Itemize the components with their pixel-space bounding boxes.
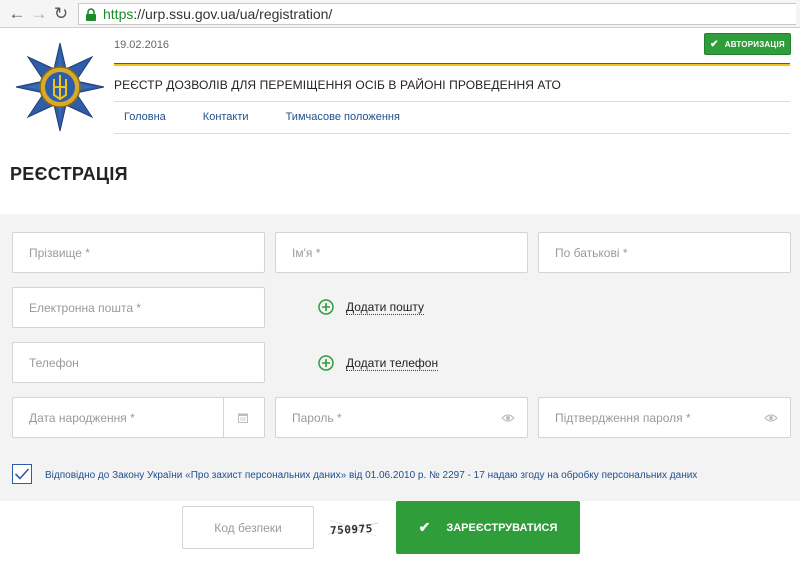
password-confirm-input[interactable]: Підтвердження пароля * — [538, 397, 791, 438]
security-code-input[interactable]: Код безпеки — [182, 506, 314, 549]
patronymic-placeholder: По батькові * — [555, 245, 628, 260]
ssu-emblem-logo[interactable] — [14, 41, 106, 133]
email-placeholder: Електронна пошта * — [29, 300, 142, 315]
plus-circle-icon — [318, 299, 334, 315]
birth-date-input[interactable]: Дата народження * — [12, 397, 265, 438]
divider — [114, 133, 790, 134]
birth-date-placeholder: Дата народження * — [29, 410, 135, 425]
url-scheme: https — [103, 6, 134, 22]
add-email-link[interactable]: Додати пошту — [318, 299, 425, 315]
page-title: РЕЄСТРАЦІЯ — [10, 164, 128, 184]
calendar-icon[interactable] — [238, 413, 248, 423]
patronymic-input[interactable]: По батькові * — [538, 232, 791, 273]
current-date: 19.02.2016 — [114, 39, 170, 51]
flag-divider — [114, 63, 790, 66]
registry-title: РЕЄСТР ДОЗВОЛІВ ДЛЯ ПЕРЕМІЩЕННЯ ОСІБ В Р… — [114, 78, 561, 92]
url-path: ://urp.ssu.gov.ua/ua/registration/ — [133, 6, 333, 22]
password-confirm-placeholder: Підтвердження пароля * — [555, 410, 691, 425]
eye-icon[interactable] — [501, 413, 515, 423]
phone-input[interactable]: Телефон — [12, 342, 265, 383]
eye-icon[interactable] — [764, 413, 778, 423]
surname-placeholder: Прізвище * — [29, 245, 90, 260]
check-icon: ✔ — [418, 519, 431, 535]
phone-placeholder: Телефон — [29, 355, 79, 370]
back-arrow-icon[interactable]: ← — [6, 3, 28, 25]
add-email-label: Додати пошту — [346, 299, 425, 315]
menu-item-temporary-regulations[interactable]: Тимчасове положення — [286, 111, 400, 123]
password-placeholder: Пароль * — [292, 410, 342, 425]
register-button[interactable]: ✔ ЗАРЕЄСТРУВАТИСЯ — [396, 501, 580, 554]
address-bar[interactable]: https://urp.ssu.gov.ua/ua/registration/ — [78, 3, 796, 25]
menu-item-home[interactable]: Головна — [124, 111, 166, 123]
email-input[interactable]: Електронна пошта * — [12, 287, 265, 328]
site-header: 19.02.2016 ✔ АВТОРИЗАЦІЯ РЕЄСТР ДОЗВОЛІВ… — [0, 29, 800, 147]
divider — [223, 398, 224, 437]
name-input[interactable]: Ім'я * — [275, 232, 528, 273]
add-phone-label: Додати телефон — [346, 355, 439, 371]
checkmark-icon — [14, 468, 30, 480]
consent-label: Відповідно до Закону України «Про захист… — [45, 470, 698, 481]
login-button[interactable]: ✔ АВТОРИЗАЦІЯ — [704, 33, 791, 55]
reload-icon[interactable]: ↻ — [50, 3, 72, 25]
captcha-text: 750975 — [330, 522, 373, 537]
security-code-placeholder: Код безпеки — [214, 520, 282, 535]
consent-checkbox[interactable] — [12, 464, 32, 484]
menu-item-contacts[interactable]: Контакти — [203, 111, 249, 123]
check-icon: ✔ — [710, 38, 719, 50]
captcha-image: 750975 — [326, 514, 380, 542]
forward-arrow-icon[interactable]: → — [28, 3, 50, 25]
browser-toolbar: ← → ↻ https://urp.ssu.gov.ua/ua/registra… — [0, 0, 800, 28]
lock-icon — [86, 7, 96, 21]
register-button-label: ЗАРЕЄСТРУВАТИСЯ — [446, 521, 558, 534]
login-button-label: АВТОРИЗАЦІЯ — [724, 39, 785, 49]
add-phone-link[interactable]: Додати телефон — [318, 355, 439, 371]
surname-input[interactable]: Прізвище * — [12, 232, 265, 273]
plus-circle-icon — [318, 355, 334, 371]
password-input[interactable]: Пароль * — [275, 397, 528, 438]
divider — [114, 101, 790, 102]
name-placeholder: Ім'я * — [292, 245, 321, 260]
main-menu: Головна Контакти Тимчасове положення — [124, 111, 437, 123]
